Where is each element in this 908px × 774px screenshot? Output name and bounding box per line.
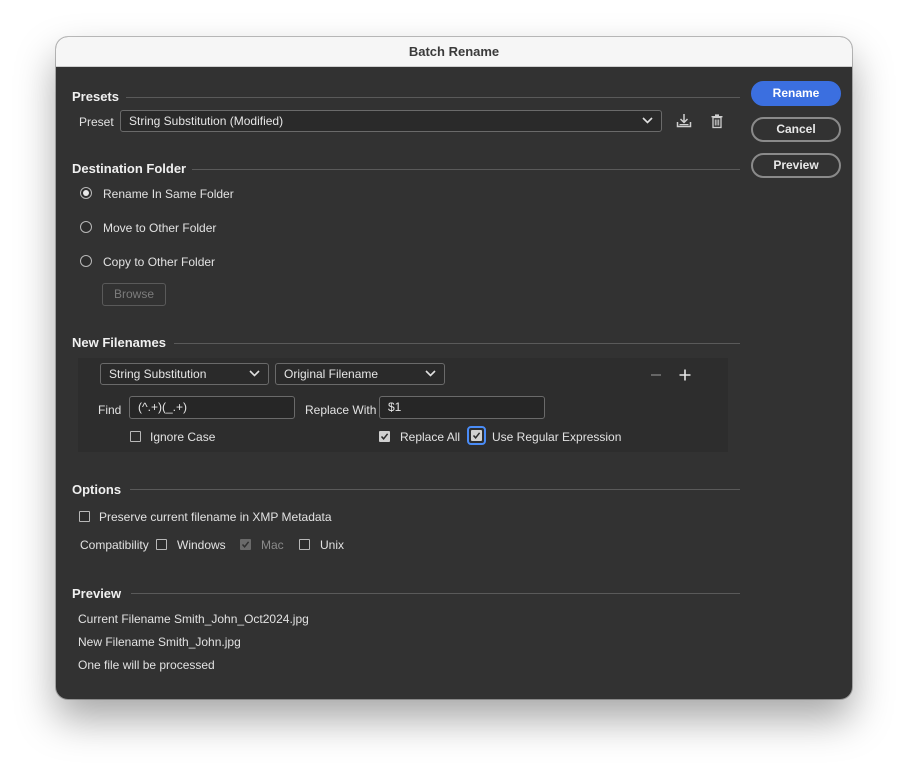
windows-checkbox[interactable] (156, 539, 167, 550)
mac-checkbox (240, 539, 251, 550)
mac-label: Mac (261, 538, 284, 552)
radio-copy-other-folder[interactable] (80, 255, 92, 267)
preset-select-value: String Substitution (Modified) (129, 114, 284, 128)
checkmark-icon (380, 433, 389, 440)
rename-button[interactable]: Rename (751, 81, 841, 106)
destination-divider (192, 169, 740, 170)
radio-rename-same-folder[interactable] (80, 187, 92, 199)
source-select[interactable]: Original Filename (275, 363, 445, 385)
checkmark-icon (472, 432, 481, 439)
preserve-filename-label: Preserve current filename in XMP Metadat… (99, 510, 332, 524)
ignore-case-checkbox[interactable] (130, 431, 141, 442)
rename-same-folder-label: Rename In Same Folder (103, 187, 234, 201)
browse-button[interactable]: Browse (102, 283, 166, 306)
find-label: Find (98, 403, 122, 417)
unix-checkbox[interactable] (299, 539, 310, 550)
move-other-folder-label: Move to Other Folder (103, 221, 217, 235)
window-title: Batch Rename (56, 37, 852, 67)
preview-section-title: Preview (72, 586, 122, 601)
replace-all-checkbox[interactable] (379, 431, 390, 442)
preset-label: Preset (79, 115, 114, 129)
chevron-down-icon (249, 370, 260, 377)
new-filenames-divider (174, 343, 740, 344)
plus-icon[interactable] (676, 366, 694, 384)
presets-section-title: Presets (72, 89, 119, 104)
cancel-button[interactable]: Cancel (751, 117, 841, 142)
source-value: Original Filename (284, 367, 379, 381)
use-regex-label: Use Regular Expression (492, 430, 622, 444)
batch-rename-dialog: Batch Rename Presets Preset String Subst… (56, 37, 852, 699)
options-divider (130, 489, 740, 490)
destination-section-title: Destination Folder (72, 161, 187, 176)
trash-icon[interactable] (708, 112, 726, 130)
minus-icon[interactable] (647, 366, 665, 384)
rule-type-select[interactable]: String Substitution (100, 363, 269, 385)
replace-all-label: Replace All (400, 430, 461, 444)
save-icon[interactable] (675, 112, 693, 130)
new-filenames-section-title: New Filenames (72, 335, 166, 350)
compatibility-label: Compatibility (80, 538, 149, 552)
file-count-text: One file will be processed (78, 658, 215, 672)
windows-label: Windows (177, 538, 226, 552)
chevron-down-icon (642, 117, 653, 124)
new-filename-text: New Filename Smith_John.jpg (78, 635, 241, 649)
radio-move-other-folder[interactable] (80, 221, 92, 233)
checkmark-icon (241, 541, 250, 548)
replace-with-input[interactable]: $1 (379, 396, 545, 419)
preview-divider (131, 593, 740, 594)
preset-select[interactable]: String Substitution (Modified) (120, 110, 662, 132)
copy-other-folder-label: Copy to Other Folder (103, 255, 216, 269)
presets-divider (126, 97, 740, 98)
unix-label: Unix (320, 538, 345, 552)
chevron-down-icon (425, 370, 436, 377)
replace-with-label: Replace With (305, 403, 377, 417)
find-input[interactable]: (^.+)(_.+) (129, 396, 295, 419)
use-regex-checkbox[interactable] (471, 430, 482, 441)
rule-type-value: String Substitution (109, 367, 207, 381)
ignore-case-label: Ignore Case (150, 430, 216, 444)
preview-button[interactable]: Preview (751, 153, 841, 178)
current-filename-text: Current Filename Smith_John_Oct2024.jpg (78, 612, 309, 626)
options-section-title: Options (72, 482, 122, 497)
preserve-filename-checkbox[interactable] (79, 511, 90, 522)
